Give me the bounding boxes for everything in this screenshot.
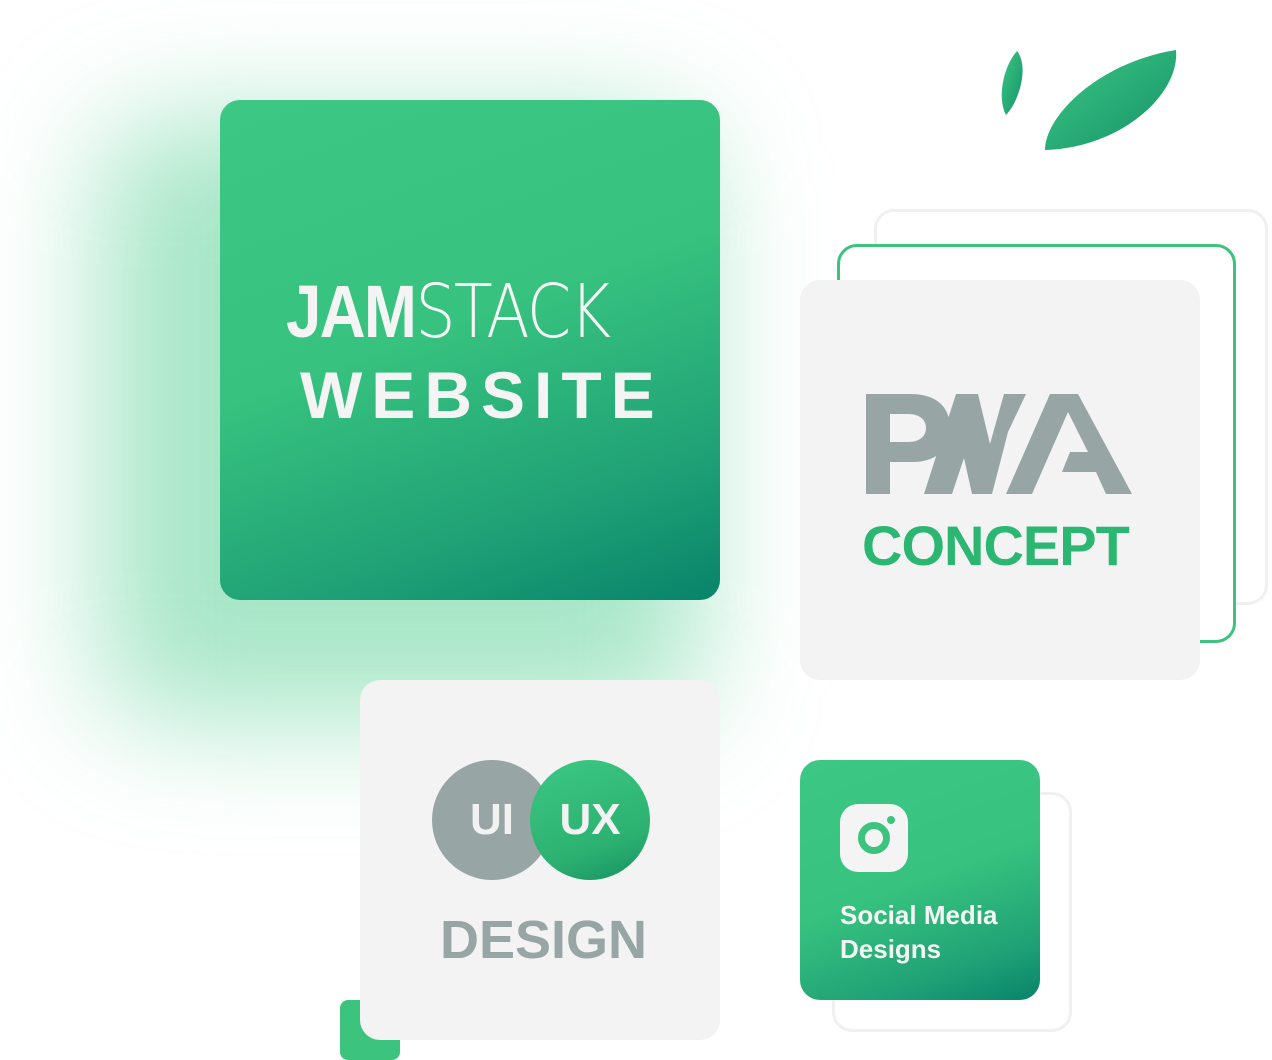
uiux-design-card[interactable]	[360, 680, 720, 1040]
jamstack-subtitle: WEBSITE	[300, 358, 664, 432]
ux-circle: UX	[530, 760, 650, 880]
design-label: DESIGN	[440, 910, 648, 970]
jamstack-title-thin: STACK	[415, 269, 611, 355]
jamstack-title: JAMSTACK	[286, 269, 611, 355]
pwa-logo-icon	[866, 394, 1132, 494]
leaf-decoration-icon	[1001, 50, 1177, 150]
pwa-concept-label: CONCEPT	[862, 514, 1130, 577]
instagram-lens-icon	[858, 822, 890, 854]
instagram-dot-icon	[887, 816, 895, 824]
jamstack-title-bold: JAM	[286, 270, 417, 353]
social-media-label: Social Media Designs	[840, 900, 998, 964]
